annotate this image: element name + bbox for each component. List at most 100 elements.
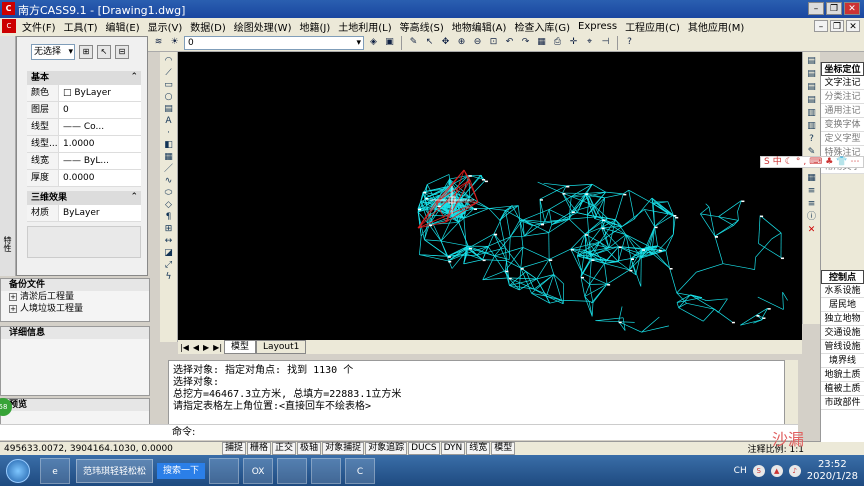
volume-icon[interactable]: ♪ [788, 464, 801, 477]
zoom-window-icon[interactable]: ⊡ [487, 36, 500, 49]
menu-define-font[interactable]: 定义字型 [821, 132, 864, 146]
annotation-scale[interactable]: 注释比例: 1:1 [748, 442, 864, 455]
menu-engineering[interactable]: 工程应用(C) [621, 19, 684, 34]
zigzag-icon[interactable]: ϟ [166, 272, 172, 282]
block-icon[interactable]: ◧ [164, 140, 173, 150]
table-icon[interactable]: ▦ [807, 173, 816, 184]
tool-icon[interactable]: ♣ [825, 157, 833, 167]
snap-icon[interactable]: ⌖ [583, 36, 596, 49]
osnap-toggle[interactable]: 对象捕捉 [322, 442, 365, 455]
menu-cadastre[interactable]: 地籍(J) [295, 19, 334, 34]
menu-text-annotation[interactable]: 文字注记 [821, 76, 864, 90]
tab-model[interactable]: 模型 [224, 340, 257, 354]
doc-minimize-button[interactable]: – [814, 20, 828, 32]
basic-section-header[interactable]: 基本 [27, 70, 141, 85]
layer-icon[interactable]: ▥ [807, 108, 816, 119]
menu-other[interactable]: 其他应用(M) [684, 19, 748, 34]
more-icon[interactable]: ⋯ [850, 157, 859, 167]
table-icon[interactable]: ▦ [164, 152, 173, 162]
notepad-icon[interactable] [311, 457, 342, 484]
moon-icon[interactable]: ☾ [785, 157, 793, 167]
menu-boundary[interactable]: 境界线 [821, 354, 864, 368]
effects-section-header[interactable]: 三维效果 [27, 190, 141, 205]
property-row[interactable]: 材质 ByLayer [27, 205, 141, 222]
ime-lang-toggle[interactable]: 中 [773, 157, 782, 167]
insert-icon[interactable]: ⊞ [165, 224, 173, 234]
point-icon[interactable]: · [167, 128, 170, 138]
menu-express[interactable]: Express [574, 21, 621, 32]
spline-icon[interactable]: ∿ [165, 176, 173, 186]
expand-icon[interactable]: + [9, 293, 17, 301]
menu-independent[interactable]: 独立地物 [821, 312, 864, 326]
pencil-icon[interactable]: ✎ [407, 36, 420, 49]
language-indicator[interactable]: CH [734, 466, 747, 476]
menu-residence[interactable]: 居民地 [821, 298, 864, 312]
property-row[interactable]: 线型 —— Co... [27, 119, 141, 136]
rect-icon[interactable]: ▭ [164, 80, 173, 90]
move-icon[interactable]: ✥ [439, 36, 452, 49]
ie-icon[interactable]: e [40, 457, 70, 484]
menu-draw[interactable]: 绘图处理(W) [230, 19, 296, 34]
dyn-toggle[interactable]: DYN [440, 442, 466, 455]
layer-icon[interactable]: ▥ [807, 121, 816, 132]
grid-toggle[interactable]: 栅格 [247, 442, 272, 455]
ortho-toggle[interactable]: 正交 [272, 442, 297, 455]
layers-icon[interactable]: ≋ [152, 36, 165, 49]
list-icon[interactable]: ≡ [808, 199, 816, 210]
menu-land-use[interactable]: 土地利用(L) [334, 19, 395, 34]
lineweight-toggle[interactable]: 线宽 [466, 442, 491, 455]
property-row[interactable]: 颜色 □ ByLayer [27, 85, 141, 102]
expand-icon[interactable]: + [9, 305, 17, 313]
drawing-canvas[interactable] [178, 52, 802, 340]
ime-logo-icon[interactable]: S [764, 157, 770, 167]
skin-icon[interactable]: 👕 [836, 157, 847, 167]
menu-tools[interactable]: 工具(T) [60, 19, 102, 34]
maximize-button[interactable]: ❐ [826, 2, 842, 15]
menu-view[interactable]: 显示(V) [144, 19, 187, 34]
menu-vegetation[interactable]: 植被土质 [821, 382, 864, 396]
property-row[interactable]: 线型... 1.0000 [27, 136, 141, 153]
start-button[interactable] [0, 456, 36, 486]
ime-tray-icon[interactable]: S [752, 464, 765, 477]
text-icon[interactable]: A [165, 116, 171, 126]
print-icon[interactable]: ⎙ [551, 36, 564, 49]
menu-general-annotation[interactable]: 通用注记 [821, 104, 864, 118]
help-icon[interactable]: ? [623, 36, 636, 49]
preview-title[interactable]: 预览 [1, 399, 149, 411]
recorder-icon[interactable]: OX [243, 457, 274, 484]
property-value[interactable]: 0.0000 [59, 170, 141, 186]
zoom-in-icon[interactable]: ⊕ [455, 36, 468, 49]
layer-select[interactable]: 0 [184, 35, 364, 50]
line-icon[interactable]: ／ [164, 164, 173, 174]
tab-next-icon[interactable]: ▶ [201, 343, 211, 352]
network-icon[interactable]: ▲ [770, 464, 783, 477]
doc-close-button[interactable]: ✕ [846, 20, 860, 32]
pointer-icon[interactable]: ↖ [423, 36, 436, 49]
punct-icon[interactable]: ° [796, 157, 801, 167]
keyboard-icon[interactable]: ⌨ [809, 157, 822, 167]
property-value[interactable]: —— Co... [59, 119, 141, 135]
menu-traffic[interactable]: 交通设施 [821, 326, 864, 340]
quick-select-button[interactable]: ⊞ [79, 45, 93, 59]
property-value[interactable]: —— ByL... [59, 153, 141, 169]
tab-layout1[interactable]: Layout1 [256, 340, 307, 354]
taskbar-search-button[interactable]: 搜索一下 [157, 462, 206, 479]
backup-title[interactable]: 备份文件 [1, 279, 149, 291]
tab-prev-icon[interactable]: ◀ [191, 343, 201, 352]
model-toggle[interactable]: 模型 [491, 442, 516, 455]
grid-icon[interactable]: ▦ [535, 36, 548, 49]
property-value[interactable]: ByLayer [59, 205, 141, 221]
otrack-toggle[interactable]: 对象追踪 [365, 442, 408, 455]
properties-icon[interactable]: ▤ [807, 82, 816, 93]
selection-select[interactable]: 无选择 [31, 44, 75, 60]
doc-restore-button[interactable]: ❐ [830, 20, 844, 32]
property-value[interactable]: 0 [59, 102, 141, 118]
ellipse-icon[interactable]: ⬭ [165, 188, 173, 198]
property-row[interactable]: 厚度 0.0000 [27, 170, 141, 187]
pickadd-button[interactable]: ⊟ [115, 45, 129, 59]
tree-item[interactable]: + 人境垃圾工程量 [1, 303, 149, 315]
polyline-icon[interactable]: ⟋ [165, 68, 171, 78]
property-value[interactable]: 1.0000 [59, 136, 141, 152]
mtext-icon[interactable]: ¶ [166, 212, 172, 222]
properties-icon[interactable]: ▤ [807, 56, 816, 67]
